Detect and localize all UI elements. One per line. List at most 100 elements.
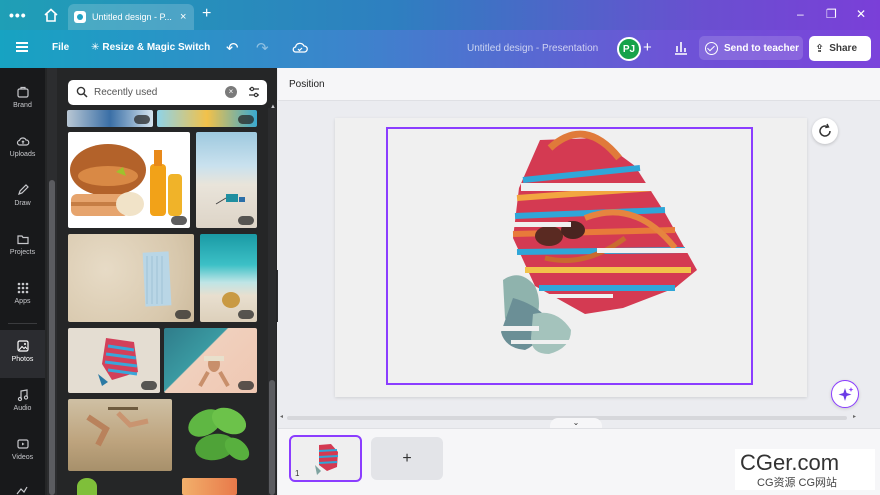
search-input[interactable]: Recently used ×	[68, 80, 267, 105]
rail-label-photos: Photos	[11, 356, 34, 363]
filter-sliders-icon[interactable]	[247, 85, 261, 99]
photo-thumb-sand-towel[interactable]	[68, 234, 194, 322]
context-toolbar	[278, 68, 880, 101]
premium-tag-icon	[141, 381, 157, 390]
premium-tag-icon	[238, 216, 254, 225]
rail-label-audio: Audio	[13, 405, 32, 412]
page-thumbnail[interactable]: 1	[289, 435, 362, 482]
photo-thumb[interactable]	[157, 110, 257, 127]
video-icon	[16, 439, 29, 449]
tab-close-icon[interactable]: ×	[180, 11, 186, 23]
rail-item-draw[interactable]: Draw	[0, 174, 45, 222]
avatar[interactable]: PJ	[617, 37, 641, 61]
photo-thumb-bag-on-sand[interactable]	[68, 328, 160, 393]
rail-label-apps: Apps	[14, 298, 31, 305]
premium-tag-icon	[238, 115, 254, 124]
folder-icon	[16, 235, 29, 245]
new-tab-button[interactable]: +	[202, 5, 211, 23]
share-button[interactable]: ⇪ Share	[809, 36, 871, 61]
photo-thumb-beach-items[interactable]	[68, 132, 190, 228]
position-button[interactable]: Position	[289, 79, 325, 90]
beach-bag-illustration	[222, 292, 240, 308]
rail-label-uploads: Uploads	[9, 151, 36, 158]
close-window-icon[interactable]: ✕	[856, 7, 866, 21]
more-tools-icon[interactable]	[15, 484, 29, 495]
redo-icon[interactable]: ↷	[256, 39, 269, 57]
scroll-left-icon[interactable]: ◂	[280, 413, 283, 420]
rail-item-brand[interactable]: Brand	[0, 76, 45, 124]
rail-divider	[8, 323, 37, 324]
photo-thumb-beach-chair[interactable]	[196, 132, 257, 228]
rail-label-draw: Draw	[14, 200, 31, 207]
share-icon: ⇪	[815, 43, 825, 55]
rail-item-uploads[interactable]: Uploads	[0, 125, 45, 173]
photo-thumb[interactable]	[77, 478, 97, 495]
rail-item-apps[interactable]: Apps	[0, 272, 45, 320]
resize-label: Resize & Magic Switch	[102, 42, 211, 53]
sand-towel-illustration	[142, 251, 172, 307]
selection-frame[interactable]	[386, 127, 753, 385]
premium-tag-icon	[171, 216, 187, 225]
restore-icon[interactable]: ❐	[826, 7, 837, 21]
resize-magic-switch-button[interactable]: ✳ Resize & Magic Switch	[91, 42, 210, 53]
page-thumbnail-image	[315, 444, 339, 475]
refresh-icon	[819, 123, 831, 137]
browser-menu-icon[interactable]: •••	[9, 7, 27, 23]
photo-thumb-poolside[interactable]	[164, 328, 257, 393]
tab-title: Untitled design - P...	[92, 12, 172, 22]
cloud-saved-icon[interactable]	[291, 39, 309, 57]
rail-item-projects[interactable]: Projects	[0, 223, 45, 271]
editor-top-bar: File ✳ Resize & Magic Switch ↶ ↷ Untitled…	[0, 30, 880, 68]
clear-search-icon[interactable]: ×	[225, 86, 237, 98]
photo-thumb-beach-legs[interactable]	[68, 399, 172, 471]
premium-tag-icon	[238, 310, 254, 319]
panel-scrollbar-thumb[interactable]	[269, 380, 275, 495]
magic-assistant-button[interactable]	[831, 380, 859, 408]
scroll-up-icon[interactable]: ▲	[270, 104, 276, 110]
add-people-button[interactable]: +	[643, 39, 652, 56]
menu-icon[interactable]	[16, 42, 28, 52]
apps-grid-icon	[17, 282, 28, 294]
search-icon	[76, 86, 88, 98]
rail-item-photos[interactable]: Photos	[0, 330, 45, 378]
home-icon[interactable]	[42, 6, 60, 24]
undo-icon[interactable]: ↶	[226, 39, 239, 57]
page-number: 1	[295, 469, 300, 478]
canva-app: ••• Untitled design - P... × + – ❐ ✕ Fil…	[0, 0, 880, 495]
photo-thumb[interactable]	[67, 110, 153, 127]
photo-thumb-turquoise-beach[interactable]	[200, 234, 257, 322]
send-to-teacher-button[interactable]: Send to teacher	[699, 36, 803, 60]
scroll-right-icon[interactable]: ▸	[853, 413, 856, 420]
upload-cloud-icon	[16, 137, 29, 146]
sparkle-icon	[838, 387, 854, 401]
photo-thumb-mint-leaves[interactable]	[177, 397, 257, 473]
photo-grid	[67, 110, 259, 495]
check-circle-icon	[705, 41, 718, 55]
refresh-button[interactable]	[812, 118, 838, 144]
left-rail: Brand Uploads Draw Projects Apps Photos …	[0, 68, 45, 495]
photo-icon	[16, 340, 29, 352]
premium-tag-icon	[175, 310, 191, 319]
browser-tab[interactable]: Untitled design - P... ×	[68, 4, 194, 30]
minimize-icon[interactable]: –	[797, 7, 804, 21]
music-note-icon	[17, 389, 28, 402]
design-title[interactable]: Untitled design - Presentation	[467, 43, 598, 54]
rail-item-audio[interactable]: Audio	[0, 379, 45, 427]
watermark-subtitle: CG资源 CG网站	[757, 477, 838, 489]
add-page-button[interactable]: +	[371, 437, 443, 480]
pen-icon	[17, 184, 29, 195]
rail-label-videos: Videos	[11, 454, 34, 461]
search-value: Recently used	[94, 87, 158, 98]
photo-thumb[interactable]	[182, 478, 237, 495]
share-label: Share	[829, 43, 858, 54]
rail-scrollbar-thumb[interactable]	[49, 180, 55, 495]
insights-chart-icon[interactable]	[669, 35, 693, 61]
hide-pages-button[interactable]: ⌄	[550, 418, 602, 428]
rail-label-brand: Brand	[13, 102, 32, 109]
watermark-logo-text: CGer.com	[740, 450, 840, 475]
premium-tag-icon	[238, 381, 254, 390]
file-menu-button[interactable]: File	[52, 42, 69, 53]
rail-label-projects: Projects	[9, 249, 36, 256]
mint-leaf-illustration	[188, 407, 250, 461]
rail-item-videos[interactable]: Videos	[0, 428, 45, 476]
